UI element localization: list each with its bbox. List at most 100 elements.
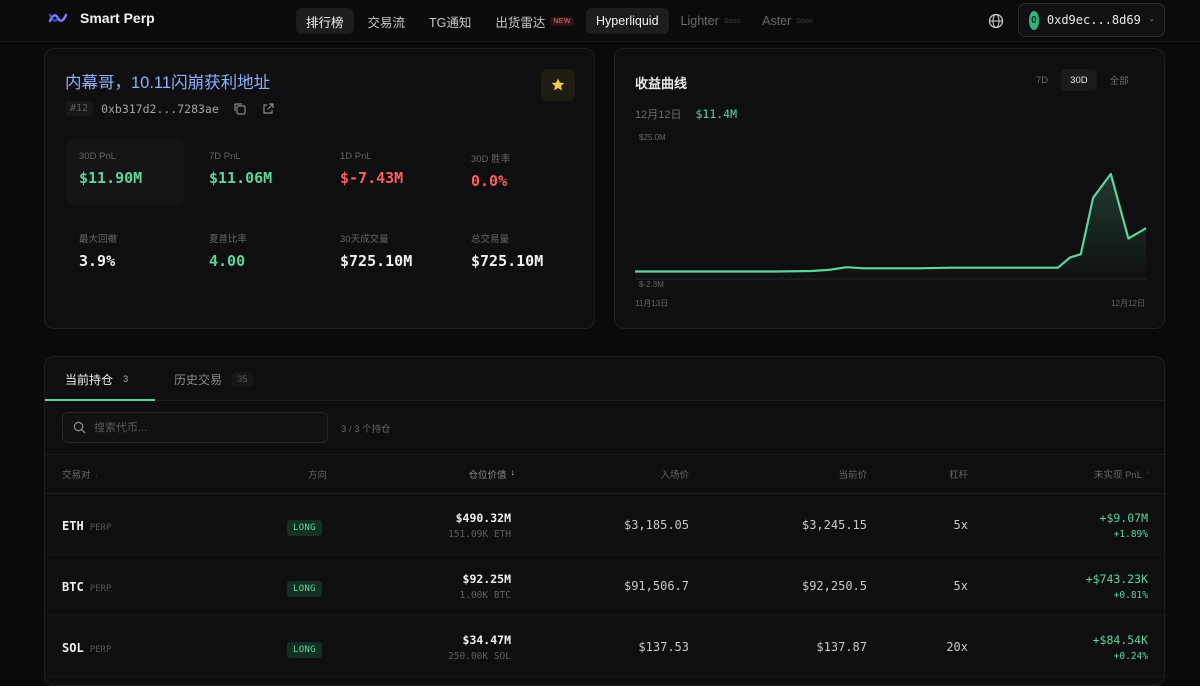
pnl-cell: +$84.54K +0.24%: [1048, 633, 1148, 662]
stat-label: 30D 胜率: [471, 154, 511, 165]
leverage: 5x: [953, 518, 968, 532]
entry-price: $91,506.7: [623, 579, 689, 593]
wallet-address: 0xd9ec...8d69: [1046, 13, 1141, 27]
stat-7d-pnl: 7D PnL $11.06M: [195, 139, 305, 203]
exchange-lighter[interactable]: Lighter Soon: [671, 8, 751, 34]
stat-label: 总交易量: [471, 234, 510, 245]
nav-link-sell-radar[interactable]: 出货雷达 NEW: [485, 8, 583, 34]
unrealized-pnl: +$743.23K: [1085, 572, 1148, 586]
brand-name: Smart Perp: [80, 10, 155, 26]
column-side: 方向: [307, 470, 327, 481]
column-entry: 入场价: [660, 470, 689, 481]
exchange-label: Hyperliquid: [596, 14, 659, 28]
pnl-chart[interactable]: $25.0M $-2.3M 11月13日 12月12日: [615, 49, 1166, 330]
column-mark: 当前价: [838, 470, 867, 481]
column-label: 仓位价值: [468, 470, 507, 481]
nav-link-label: TG通知: [429, 15, 472, 30]
nav-link-label: 排行榜: [306, 15, 344, 30]
table-row[interactable]: ETH PERP LONG $490.32M 151.09K ETH $3,185…: [45, 494, 1166, 555]
column-pair[interactable]: 交易对 ↓: [62, 467, 99, 482]
stat-value: $11.90M: [79, 169, 143, 187]
position-size: 1.00K BTC: [459, 590, 511, 601]
wallet-button[interactable]: 0 0xd9ec...8d69: [1018, 3, 1165, 37]
globe-icon[interactable]: [987, 12, 1005, 30]
pair-cell: SOL PERP: [62, 639, 111, 657]
positions-card: 当前持仓 3 历史交易 35 3 / 3 个持仓 交易对 ↓ 方向 仓位价值 ↓…: [44, 356, 1166, 686]
unrealized-pnl: +$9.07M: [1099, 511, 1148, 525]
stat-total-volume: 总交易量 $725.10M: [457, 219, 567, 283]
exchange-aster[interactable]: Aster Soon: [752, 8, 823, 34]
stat-label: 1D PnL: [340, 151, 372, 162]
stat-value: $725.10M: [340, 252, 413, 270]
leverage: 5x: [953, 579, 968, 593]
exchange-label: Lighter: [680, 14, 719, 28]
column-leverage: 杠杆: [948, 470, 968, 481]
positions-tabs: 当前持仓 3 历史交易 35: [45, 357, 1166, 401]
tab-count: 3: [123, 373, 129, 385]
contract-type: PERP: [89, 584, 112, 594]
table-header: 交易对 ↓ 方向 仓位价值 ↓ 入场价 当前价 杠杆 未实现 PnL ↓: [45, 454, 1166, 494]
value-cell: $34.47M 250.00K SOL: [411, 633, 511, 662]
stat-sharpe: 夏普比率 4.00: [195, 219, 305, 283]
chevron-down-icon: [1149, 18, 1154, 22]
stat-value: $725.10M: [471, 252, 544, 270]
search-box[interactable]: [62, 412, 328, 443]
side-cell: LONG: [287, 639, 322, 658]
mark-price: $3,245.15: [801, 518, 867, 532]
tab-label: 当前持仓: [65, 372, 114, 387]
column-label: 未实现 PnL: [1093, 470, 1142, 481]
x-axis-end-label: 12月12日: [1111, 299, 1145, 308]
copy-icon[interactable]: [233, 102, 247, 116]
exchange-hyperliquid[interactable]: Hyperliquid: [586, 8, 669, 34]
exchange-switcher: Hyperliquid Lighter Soon Aster Soon: [586, 8, 823, 34]
column-value[interactable]: 仓位价值 ↓: [445, 467, 515, 481]
star-icon: [551, 78, 565, 91]
nav-link-leaderboard[interactable]: 排行榜: [296, 8, 354, 34]
stat-value: 0.0%: [471, 172, 508, 190]
unrealized-pnl-pct: +0.24%: [1113, 651, 1148, 662]
search-input[interactable]: [94, 421, 314, 434]
new-badge: NEW: [550, 16, 574, 26]
external-link-icon[interactable]: [261, 102, 275, 116]
unrealized-pnl: +$84.54K: [1092, 633, 1148, 647]
mark-price: $137.87: [816, 640, 867, 654]
stat-1d-pnl: 1D PnL $-7.43M: [326, 139, 436, 203]
pnl-chart-card: 收益曲线 7D 30D 全部 12月12日 $11.4M $25.0M $-2.…: [614, 48, 1165, 329]
nav-link-trade-flow[interactable]: 交易流: [358, 8, 416, 34]
rank-badge: #12: [65, 101, 94, 116]
symbol: ETH: [62, 519, 84, 533]
contract-type: PERP: [89, 645, 112, 655]
pnl-line: [635, 172, 1147, 273]
stat-value: 3.9%: [79, 252, 116, 270]
brand[interactable]: Smart Perp: [48, 10, 155, 26]
column-unrealized-pnl[interactable]: 未实现 PnL ↓: [1060, 467, 1150, 481]
unrealized-pnl-pct: +0.81%: [1113, 590, 1148, 601]
positions-count: 3 / 3 个持仓: [341, 424, 391, 435]
tab-trade-history[interactable]: 历史交易 35: [174, 357, 253, 401]
table-row[interactable]: BTC PERP LONG $92.25M 1.00K BTC $91,506.7…: [45, 555, 1166, 616]
soon-badge: Soon: [723, 17, 741, 25]
entry-price: $3,185.05: [623, 518, 689, 532]
logo-icon: [48, 13, 68, 23]
nav-link-label: 出货雷达: [495, 15, 546, 30]
stat-value: $-7.43M: [340, 169, 404, 187]
nav-link-tg-notify[interactable]: TG通知: [419, 8, 481, 34]
pair-cell: BTC PERP: [62, 578, 111, 596]
position-size: 151.09K ETH: [448, 529, 511, 540]
table-row[interactable]: SOL PERP LONG $34.47M 250.00K SOL $137.53…: [45, 616, 1166, 677]
sort-icon: ↓: [1146, 467, 1150, 476]
stat-label: 30D PnL: [79, 151, 116, 162]
wallet-address-display: 0xb317d2...7283ae: [101, 101, 219, 116]
address-row: #12 0xb317d2...7283ae: [65, 101, 275, 116]
stat-value: $11.06M: [209, 169, 273, 187]
pair-cell: ETH PERP: [62, 517, 111, 535]
y-axis-top-label: $25.0M: [639, 133, 666, 142]
favorite-button[interactable]: [541, 69, 575, 101]
search-icon: [73, 421, 86, 434]
stat-label: 7D PnL: [209, 151, 241, 162]
active-tab-indicator: [45, 399, 155, 401]
stat-label: 30天成交量: [340, 234, 389, 245]
long-badge: LONG: [287, 520, 322, 536]
tab-current-positions[interactable]: 当前持仓 3: [65, 357, 128, 401]
page-title: 内幕哥，10.11闪崩获利地址: [65, 74, 271, 92]
